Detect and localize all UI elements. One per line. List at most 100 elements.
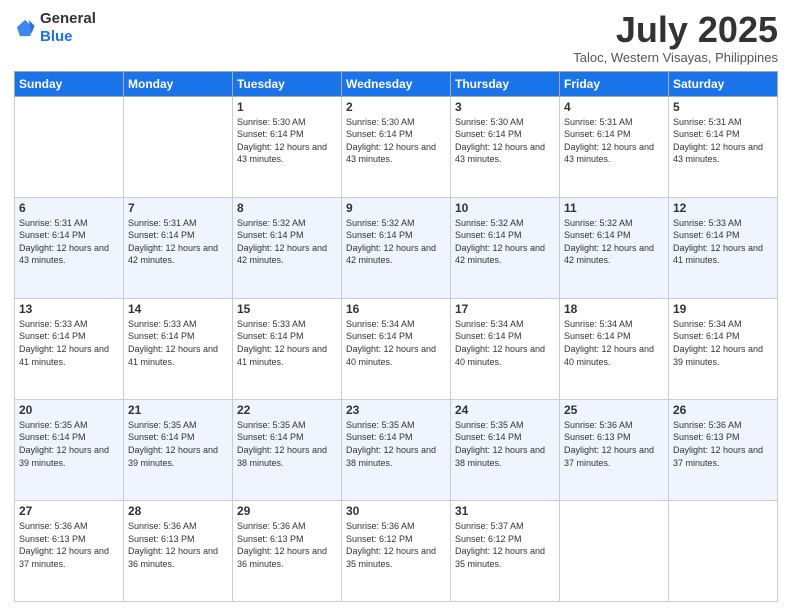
day-number: 15	[237, 302, 337, 316]
day-info: Sunrise: 5:32 AM Sunset: 6:14 PM Dayligh…	[237, 217, 337, 267]
day-number: 8	[237, 201, 337, 215]
col-thursday: Thursday	[451, 71, 560, 96]
table-row: 13 Sunrise: 5:33 AM Sunset: 6:14 PM Dayli…	[15, 298, 124, 399]
day-info: Sunrise: 5:33 AM Sunset: 6:14 PM Dayligh…	[237, 318, 337, 368]
day-info: Sunrise: 5:35 AM Sunset: 6:14 PM Dayligh…	[455, 419, 555, 469]
day-number: 26	[673, 403, 773, 417]
day-info: Sunrise: 5:34 AM Sunset: 6:14 PM Dayligh…	[346, 318, 446, 368]
title-block: July 2025 Taloc, Western Visayas, Philip…	[573, 10, 778, 65]
table-row: 6Sunrise: 5:31 AM Sunset: 6:14 PM Daylig…	[15, 197, 124, 298]
day-number: 10	[455, 201, 555, 215]
table-row: 14 Sunrise: 5:33 AM Sunset: 6:14 PM Dayli…	[124, 298, 233, 399]
day-info: Sunrise: 5:30 AM Sunset: 6:14 PM Dayligh…	[346, 116, 446, 166]
day-info: Sunrise: 5:33 AM Sunset: 6:14 PM Dayligh…	[128, 318, 228, 368]
day-number: 24	[455, 403, 555, 417]
day-info: Sunrise: 5:37 AM Sunset: 6:12 PM Dayligh…	[455, 520, 555, 570]
table-row: 19 Sunrise: 5:34 AM Sunset: 6:14 PM Dayli…	[669, 298, 778, 399]
calendar-table: Sunday Monday Tuesday Wednesday Thursday…	[14, 71, 778, 602]
col-tuesday: Tuesday	[233, 71, 342, 96]
day-info: Sunrise: 5:33 AM Sunset: 6:14 PM Dayligh…	[673, 217, 773, 267]
day-number: 22	[237, 403, 337, 417]
day-number: 13	[19, 302, 119, 316]
table-row: 9 Sunrise: 5:32 AM Sunset: 6:14 PM Daylig…	[342, 197, 451, 298]
day-number: 9	[346, 201, 446, 215]
day-info: Sunrise: 5:30 AM Sunset: 6:14 PM Dayligh…	[455, 116, 555, 166]
day-number: 16	[346, 302, 446, 316]
day-number: 2	[346, 100, 446, 114]
day-number: 27	[19, 504, 119, 518]
table-row: 31Sunrise: 5:37 AM Sunset: 6:12 PM Dayli…	[451, 500, 560, 601]
header: General Blue July 2025 Taloc, Western Vi…	[14, 10, 778, 65]
calendar-week-row: 27 Sunrise: 5:36 AM Sunset: 6:13 PM Dayli…	[15, 500, 778, 601]
table-row: 7 Sunrise: 5:31 AM Sunset: 6:14 PM Daylig…	[124, 197, 233, 298]
day-info: Sunrise: 5:36 AM Sunset: 6:13 PM Dayligh…	[128, 520, 228, 570]
logo: General Blue	[14, 10, 96, 46]
table-row: 5 Sunrise: 5:31 AM Sunset: 6:14 PM Daylig…	[669, 96, 778, 197]
table-row: 17Sunrise: 5:34 AM Sunset: 6:14 PM Dayli…	[451, 298, 560, 399]
day-info: Sunrise: 5:35 AM Sunset: 6:14 PM Dayligh…	[128, 419, 228, 469]
table-row: 27Sunrise: 5:36 AM Sunset: 6:13 PM Dayli…	[15, 500, 124, 601]
table-row: 2 Sunrise: 5:30 AM Sunset: 6:14 PM Daylig…	[342, 96, 451, 197]
day-number: 5	[673, 100, 773, 114]
day-info: Sunrise: 5:31 AM Sunset: 6:14 PM Dayligh…	[673, 116, 773, 166]
day-info: Sunrise: 5:35 AM Sunset: 6:14 PM Dayligh…	[19, 419, 119, 469]
logo-icon	[14, 17, 36, 39]
col-sunday: Sunday	[15, 71, 124, 96]
table-row: 15 Sunrise: 5:33 AM Sunset: 6:14 PM Dayli…	[233, 298, 342, 399]
day-number: 28	[128, 504, 228, 518]
table-row	[560, 500, 669, 601]
calendar-header-row: Sunday Monday Tuesday Wednesday Thursday…	[15, 71, 778, 96]
table-row: 4Sunrise: 5:31 AM Sunset: 6:14 PM Daylig…	[560, 96, 669, 197]
col-monday: Monday	[124, 71, 233, 96]
day-info: Sunrise: 5:36 AM Sunset: 6:12 PM Dayligh…	[346, 520, 446, 570]
col-wednesday: Wednesday	[342, 71, 451, 96]
logo-text: General Blue	[40, 10, 96, 46]
day-info: Sunrise: 5:35 AM Sunset: 6:14 PM Dayligh…	[346, 419, 446, 469]
table-row: 18 Sunrise: 5:34 AM Sunset: 6:14 PM Dayli…	[560, 298, 669, 399]
table-row	[669, 500, 778, 601]
table-row: 26Sunrise: 5:36 AM Sunset: 6:13 PM Dayli…	[669, 399, 778, 500]
col-saturday: Saturday	[669, 71, 778, 96]
day-info: Sunrise: 5:34 AM Sunset: 6:14 PM Dayligh…	[673, 318, 773, 368]
table-row: 21 Sunrise: 5:35 AM Sunset: 6:14 PM Dayli…	[124, 399, 233, 500]
day-number: 29	[237, 504, 337, 518]
day-info: Sunrise: 5:36 AM Sunset: 6:13 PM Dayligh…	[564, 419, 664, 469]
day-number: 20	[19, 403, 119, 417]
table-row: 11Sunrise: 5:32 AM Sunset: 6:14 PM Dayli…	[560, 197, 669, 298]
table-row: 10 Sunrise: 5:32 AM Sunset: 6:14 PM Dayli…	[451, 197, 560, 298]
day-number: 23	[346, 403, 446, 417]
day-info: Sunrise: 5:34 AM Sunset: 6:14 PM Dayligh…	[455, 318, 555, 368]
month-title: July 2025	[573, 10, 778, 50]
day-info: Sunrise: 5:31 AM Sunset: 6:14 PM Dayligh…	[128, 217, 228, 267]
table-row: 20 Sunrise: 5:35 AM Sunset: 6:14 PM Dayli…	[15, 399, 124, 500]
day-info: Sunrise: 5:30 AM Sunset: 6:14 PM Dayligh…	[237, 116, 337, 166]
day-number: 7	[128, 201, 228, 215]
table-row	[124, 96, 233, 197]
day-number: 18	[564, 302, 664, 316]
day-info: Sunrise: 5:33 AM Sunset: 6:14 PM Dayligh…	[19, 318, 119, 368]
table-row: 16 Sunrise: 5:34 AM Sunset: 6:14 PM Dayli…	[342, 298, 451, 399]
table-row: 12 Sunrise: 5:33 AM Sunset: 6:14 PM Dayli…	[669, 197, 778, 298]
day-info: Sunrise: 5:36 AM Sunset: 6:13 PM Dayligh…	[237, 520, 337, 570]
table-row: 28 Sunrise: 5:36 AM Sunset: 6:13 PM Dayli…	[124, 500, 233, 601]
day-info: Sunrise: 5:35 AM Sunset: 6:14 PM Dayligh…	[237, 419, 337, 469]
calendar-week-row: 20 Sunrise: 5:35 AM Sunset: 6:14 PM Dayli…	[15, 399, 778, 500]
day-number: 25	[564, 403, 664, 417]
day-number: 14	[128, 302, 228, 316]
day-number: 1	[237, 100, 337, 114]
calendar-week-row: 1 Sunrise: 5:30 AM Sunset: 6:14 PM Daylig…	[15, 96, 778, 197]
day-number: 21	[128, 403, 228, 417]
day-info: Sunrise: 5:32 AM Sunset: 6:14 PM Dayligh…	[455, 217, 555, 267]
day-info: Sunrise: 5:34 AM Sunset: 6:14 PM Dayligh…	[564, 318, 664, 368]
day-number: 19	[673, 302, 773, 316]
table-row: 29 Sunrise: 5:36 AM Sunset: 6:13 PM Dayli…	[233, 500, 342, 601]
day-info: Sunrise: 5:32 AM Sunset: 6:14 PM Dayligh…	[346, 217, 446, 267]
day-number: 30	[346, 504, 446, 518]
day-info: Sunrise: 5:32 AM Sunset: 6:14 PM Dayligh…	[564, 217, 664, 267]
day-number: 12	[673, 201, 773, 215]
table-row: 8 Sunrise: 5:32 AM Sunset: 6:14 PM Daylig…	[233, 197, 342, 298]
page: General Blue July 2025 Taloc, Western Vi…	[0, 0, 792, 612]
table-row: 22 Sunrise: 5:35 AM Sunset: 6:14 PM Dayli…	[233, 399, 342, 500]
table-row: 30 Sunrise: 5:36 AM Sunset: 6:12 PM Dayli…	[342, 500, 451, 601]
table-row: 3Sunrise: 5:30 AM Sunset: 6:14 PM Daylig…	[451, 96, 560, 197]
